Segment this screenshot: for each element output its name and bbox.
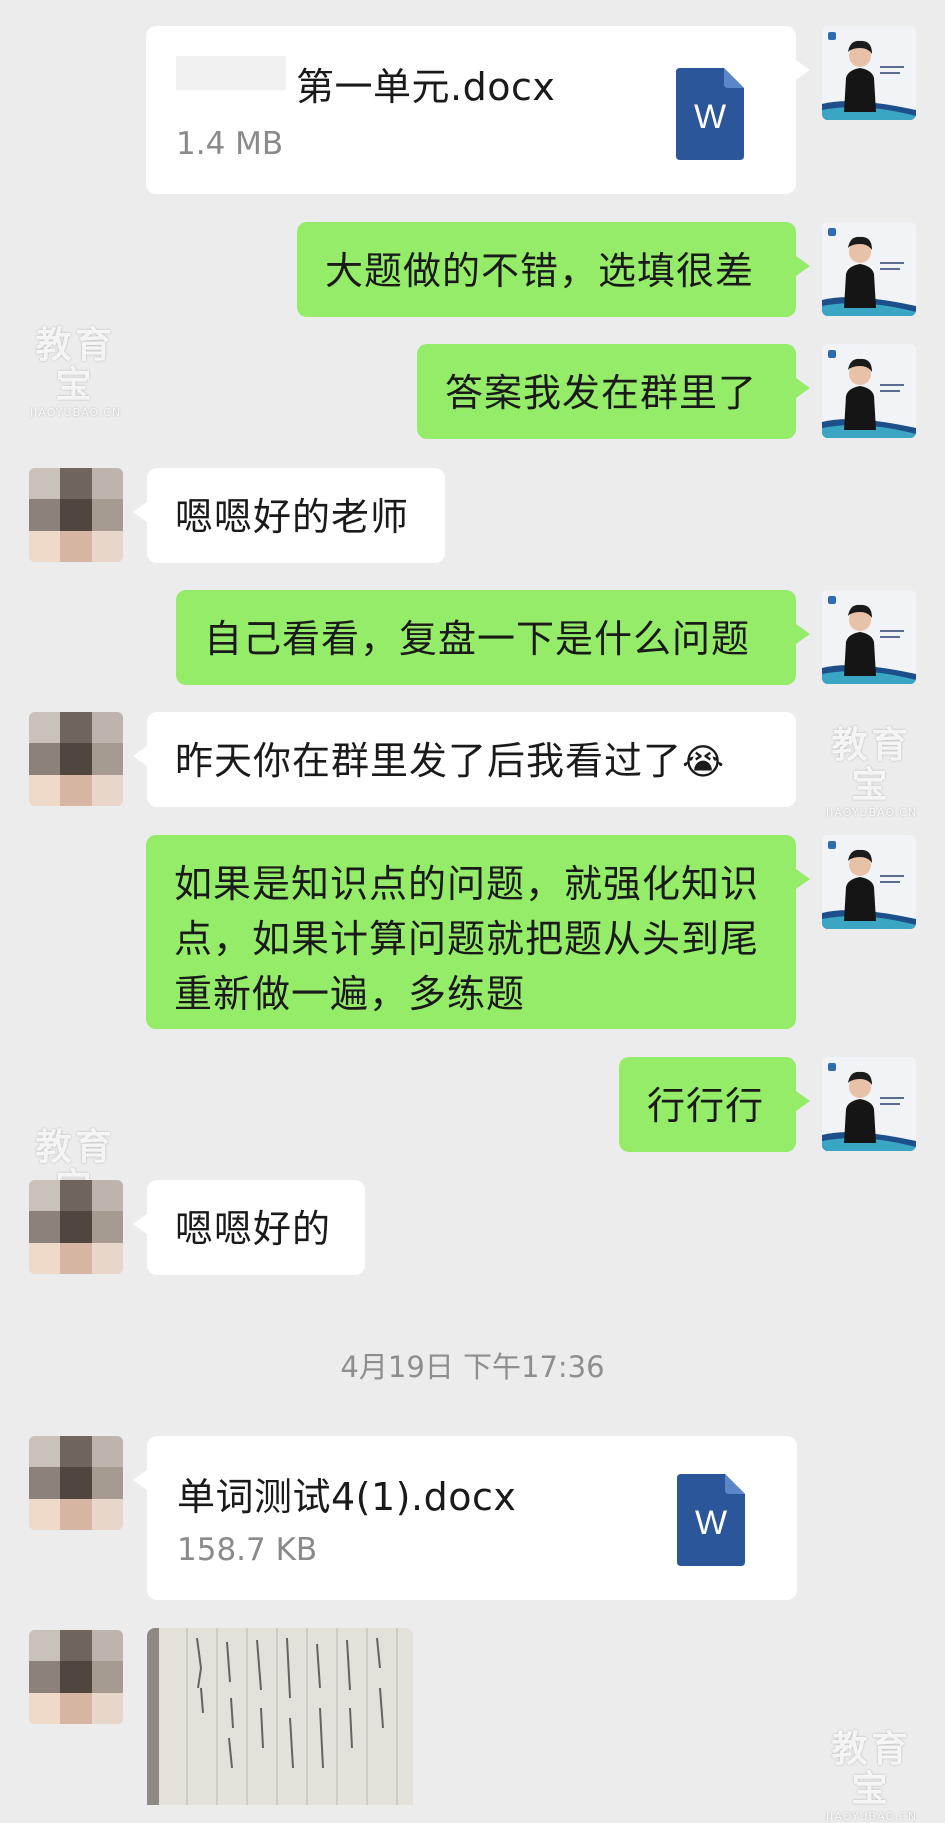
file-name-blur (176, 56, 286, 90)
my-avatar[interactable] (822, 26, 916, 120)
sent-message-5[interactable]: 行行行 (619, 1057, 810, 1152)
word-icon-letter: W (694, 1504, 728, 1542)
timestamp: 4月19日 下午17:36 (340, 1350, 605, 1384)
message-text: 如果是知识点的问题，就强化知识点，如果计算问题就把题从头到尾重新做一遍，多练题 (174, 862, 760, 1017)
crying-face-emoji: 😭 (682, 742, 726, 783)
message-text: 大题做的不错，选填很差 (325, 249, 755, 293)
file-size: 1.4 MB (176, 126, 284, 162)
file-name: 第一单元.docx (296, 65, 556, 109)
message-text: 答案我发在群里了 (445, 371, 758, 415)
sent-message-3[interactable]: 自己看看，复盘一下是什么问题 (176, 590, 810, 685)
received-message-3[interactable]: 嗯嗯好的 (133, 1180, 365, 1275)
received-message-2[interactable]: 昨天你在群里发了后我看过了😭 (133, 712, 796, 807)
my-avatar[interactable] (822, 590, 916, 684)
my-avatar[interactable] (822, 222, 916, 316)
message-text: 嗯嗯好的老师 (175, 495, 410, 539)
file-message-1[interactable]: 第一单元.docx 1.4 MB W (146, 26, 810, 194)
word-file-icon: W (676, 68, 744, 164)
watermark: 教育宝 JIAOYUBAO.CN (18, 325, 133, 420)
received-message-1[interactable]: 嗯嗯好的老师 (133, 468, 445, 563)
sent-message-2[interactable]: 答案我发在群里了 (417, 344, 810, 439)
my-avatar[interactable] (822, 1057, 916, 1151)
file-name: 单词测试4(1).docx (177, 1475, 517, 1519)
watermark-sub: JIAOYUBAO.CN (825, 1810, 918, 1823)
my-avatar[interactable] (822, 344, 916, 438)
watermark: 教育宝 JIAOYUBAO.CN (814, 725, 929, 820)
watermark-main: 教育宝 (35, 325, 116, 406)
file-size: 158.7 KB (177, 1532, 318, 1568)
contact-avatar[interactable] (29, 1436, 123, 1530)
notebook-photo (147, 1628, 413, 1805)
message-text: 自己看看，复盘一下是什么问题 (204, 617, 751, 661)
contact-avatar[interactable] (29, 468, 123, 562)
file-message-2[interactable]: 单词测试4(1).docx 158.7 KB W (133, 1436, 797, 1600)
image-message[interactable] (147, 1628, 413, 1805)
contact-avatar[interactable] (29, 712, 123, 806)
contact-avatar[interactable] (29, 1630, 123, 1724)
message-text: 行行行 (647, 1084, 765, 1128)
word-icon-letter: W (693, 98, 727, 136)
watermark: 教育宝 JIAOYUBAO.CN (814, 1730, 929, 1823)
watermark-main: 教育宝 (831, 725, 912, 806)
sent-message-4[interactable]: 如果是知识点的问题，就强化知识点，如果计算问题就把题从头到尾重新做一遍，多练题 (146, 835, 810, 1029)
watermark-main: 教育宝 (831, 1729, 912, 1810)
my-avatar[interactable] (822, 835, 916, 929)
message-text: 嗯嗯好的 (175, 1207, 332, 1251)
message-text: 昨天你在群里发了后我看过了 (175, 739, 683, 783)
sent-message-1[interactable]: 大题做的不错，选填很差 (297, 222, 810, 317)
word-file-icon: W (677, 1474, 745, 1570)
watermark-sub: JIAOYUBAO.CN (29, 406, 122, 419)
watermark-sub: JIAOYUBAO.CN (825, 806, 918, 819)
contact-avatar[interactable] (29, 1180, 123, 1274)
